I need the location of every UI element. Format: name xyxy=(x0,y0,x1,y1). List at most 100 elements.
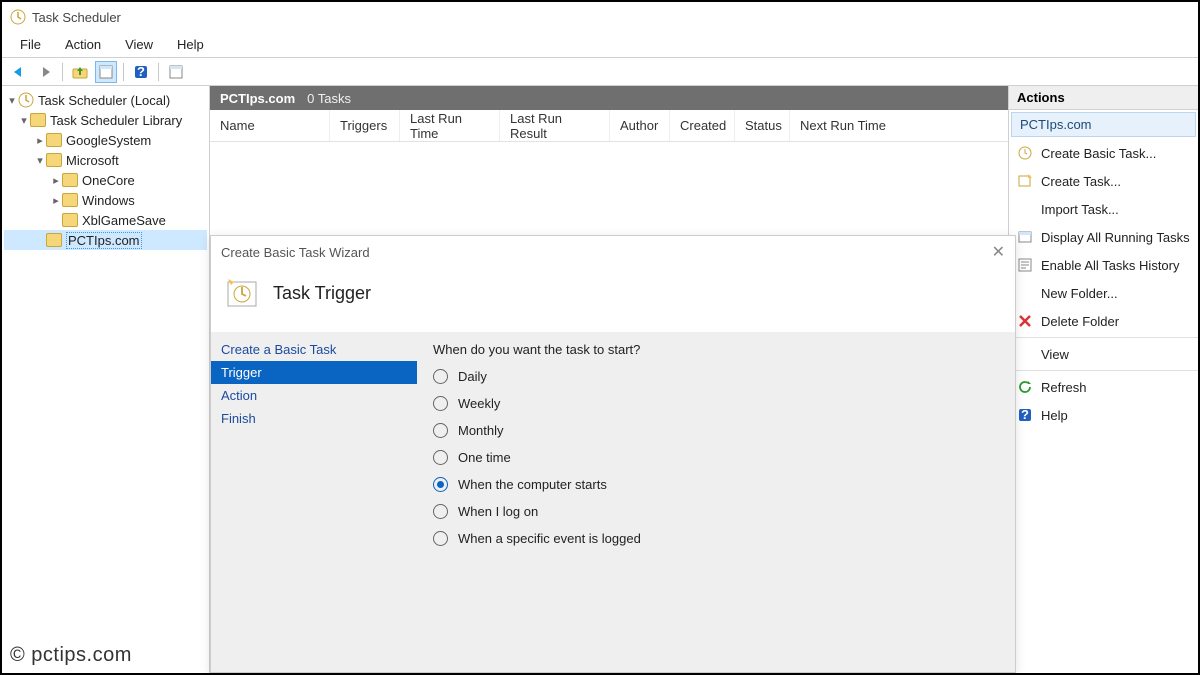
toolbar: ? xyxy=(2,58,1198,86)
wizard-title: Create Basic Task Wizard xyxy=(221,245,370,260)
wizard-form: When do you want the task to start? Dail… xyxy=(417,332,1015,664)
radio-label: Weekly xyxy=(458,396,500,411)
action-help[interactable]: ?Help xyxy=(1009,401,1198,429)
properties-icon[interactable] xyxy=(95,61,117,83)
menu-view[interactable]: View xyxy=(113,34,165,55)
clock-wizard-icon xyxy=(1017,145,1033,161)
chevron-right-icon[interactable]: ▸ xyxy=(34,134,46,147)
wizard-step[interactable]: Create a Basic Task xyxy=(211,338,417,361)
column-header[interactable]: Triggers xyxy=(330,110,400,141)
action-label: View xyxy=(1041,347,1069,362)
radio-weekly[interactable]: Weekly xyxy=(433,396,999,411)
wizard-step-active[interactable]: Trigger xyxy=(211,361,417,384)
close-icon[interactable]: ✕ xyxy=(992,242,1005,262)
chevron-down-icon[interactable]: ▾ xyxy=(6,94,18,107)
tree-item-label: Microsoft xyxy=(66,153,119,168)
radio-label: One time xyxy=(458,450,511,465)
radio-label: When I log on xyxy=(458,504,538,519)
app-icon xyxy=(10,9,26,25)
chevron-right-icon[interactable]: ▸ xyxy=(50,194,62,207)
task-list-header: PCTIps.com 0 Tasks xyxy=(210,86,1008,110)
chevron-down-icon[interactable]: ▾ xyxy=(18,114,30,127)
wizard-banner-icon xyxy=(225,276,259,310)
refresh-icon[interactable] xyxy=(165,61,187,83)
action-create-task[interactable]: Create Task... xyxy=(1009,167,1198,195)
column-header[interactable]: Last Run Result xyxy=(500,110,610,141)
separator xyxy=(1009,370,1198,371)
help-icon[interactable]: ? xyxy=(130,61,152,83)
help-icon: ? xyxy=(1017,407,1033,423)
action-enable-history[interactable]: Enable All Tasks History xyxy=(1009,251,1198,279)
action-label: Create Basic Task... xyxy=(1041,146,1156,161)
radio-icon xyxy=(433,369,448,384)
create-basic-task-wizard: Create Basic Task Wizard ✕ Task Trigger … xyxy=(210,235,1016,673)
action-refresh[interactable]: Refresh xyxy=(1009,373,1198,401)
folder-icon xyxy=(46,153,62,167)
radio-monthly[interactable]: Monthly xyxy=(433,423,999,438)
column-header[interactable]: Next Run Time xyxy=(790,110,900,141)
tree-root-label: Task Scheduler (Local) xyxy=(38,93,170,108)
running-icon xyxy=(1017,229,1033,245)
action-import-task[interactable]: Import Task... xyxy=(1009,195,1198,223)
tree-item-selected[interactable]: ▸PCTIps.com xyxy=(4,230,207,250)
folder-icon xyxy=(62,193,78,207)
tree-item[interactable]: ▸ Windows xyxy=(4,190,207,210)
radio-icon-selected xyxy=(433,477,448,492)
actions-header: Actions xyxy=(1009,86,1198,110)
action-display-running[interactable]: Display All Running Tasks xyxy=(1009,223,1198,251)
actions-pane: Actions PCTIps.com Create Basic Task... … xyxy=(1008,86,1198,673)
column-header[interactable]: Status xyxy=(735,110,790,141)
radio-label: Monthly xyxy=(458,423,504,438)
chevron-down-icon[interactable]: ▾ xyxy=(34,154,46,167)
column-header[interactable]: Author xyxy=(610,110,670,141)
action-view[interactable]: View xyxy=(1009,340,1198,368)
toolbar-separator xyxy=(62,63,63,81)
radio-log-on[interactable]: When I log on xyxy=(433,504,999,519)
radio-icon xyxy=(433,504,448,519)
tree-root[interactable]: ▾ Task Scheduler (Local) xyxy=(4,90,207,110)
radio-one-time[interactable]: One time xyxy=(433,450,999,465)
folder-up-icon[interactable] xyxy=(69,61,91,83)
menu-file[interactable]: File xyxy=(8,34,53,55)
action-new-folder[interactable]: New Folder... xyxy=(1009,279,1198,307)
wizard-step[interactable]: Action xyxy=(211,384,417,407)
action-delete-folder[interactable]: Delete Folder xyxy=(1009,307,1198,335)
wizard-question: When do you want the task to start? xyxy=(433,342,999,357)
back-button[interactable] xyxy=(8,61,30,83)
chevron-right-icon[interactable]: ▸ xyxy=(50,174,62,187)
wizard-banner-title: Task Trigger xyxy=(273,283,371,304)
tree-item[interactable]: ▸GoogleSystem xyxy=(4,130,207,150)
action-create-basic-task[interactable]: Create Basic Task... xyxy=(1009,139,1198,167)
column-header[interactable]: Name xyxy=(210,110,330,141)
radio-computer-starts[interactable]: When the computer starts xyxy=(433,477,999,492)
radio-icon xyxy=(433,531,448,546)
tree-item-label: Windows xyxy=(82,193,135,208)
tree-item-label: OneCore xyxy=(82,173,135,188)
radio-icon xyxy=(433,450,448,465)
action-label: Display All Running Tasks xyxy=(1041,230,1190,245)
radio-specific-event[interactable]: When a specific event is logged xyxy=(433,531,999,546)
column-header[interactable]: Created xyxy=(670,110,735,141)
action-label: Enable All Tasks History xyxy=(1041,258,1180,273)
wizard-step[interactable]: Finish xyxy=(211,407,417,430)
action-label: New Folder... xyxy=(1041,286,1118,301)
action-label: Refresh xyxy=(1041,380,1087,395)
menu-action[interactable]: Action xyxy=(53,34,113,55)
radio-label: When the computer starts xyxy=(458,477,607,492)
watermark: © pctips.com xyxy=(10,644,132,667)
new-folder-icon xyxy=(1017,285,1033,301)
radio-daily[interactable]: Daily xyxy=(433,369,999,384)
radio-label: Daily xyxy=(458,369,487,384)
wizard-steps: Create a Basic Task Trigger Action Finis… xyxy=(211,332,417,664)
tree-item[interactable]: ▸ OneCore xyxy=(4,170,207,190)
tree-item[interactable]: ▸XblGameSave xyxy=(4,210,207,230)
action-label: Create Task... xyxy=(1041,174,1121,189)
window-title: Task Scheduler xyxy=(32,10,121,25)
tree-item[interactable]: ▾ Microsoft xyxy=(4,150,207,170)
column-header[interactable]: Last Run Time xyxy=(400,110,500,141)
forward-button[interactable] xyxy=(34,61,56,83)
toolbar-separator xyxy=(158,63,159,81)
svg-text:?: ? xyxy=(1021,408,1029,422)
tree-library[interactable]: ▾ Task Scheduler Library xyxy=(4,110,207,130)
menu-help[interactable]: Help xyxy=(165,34,216,55)
